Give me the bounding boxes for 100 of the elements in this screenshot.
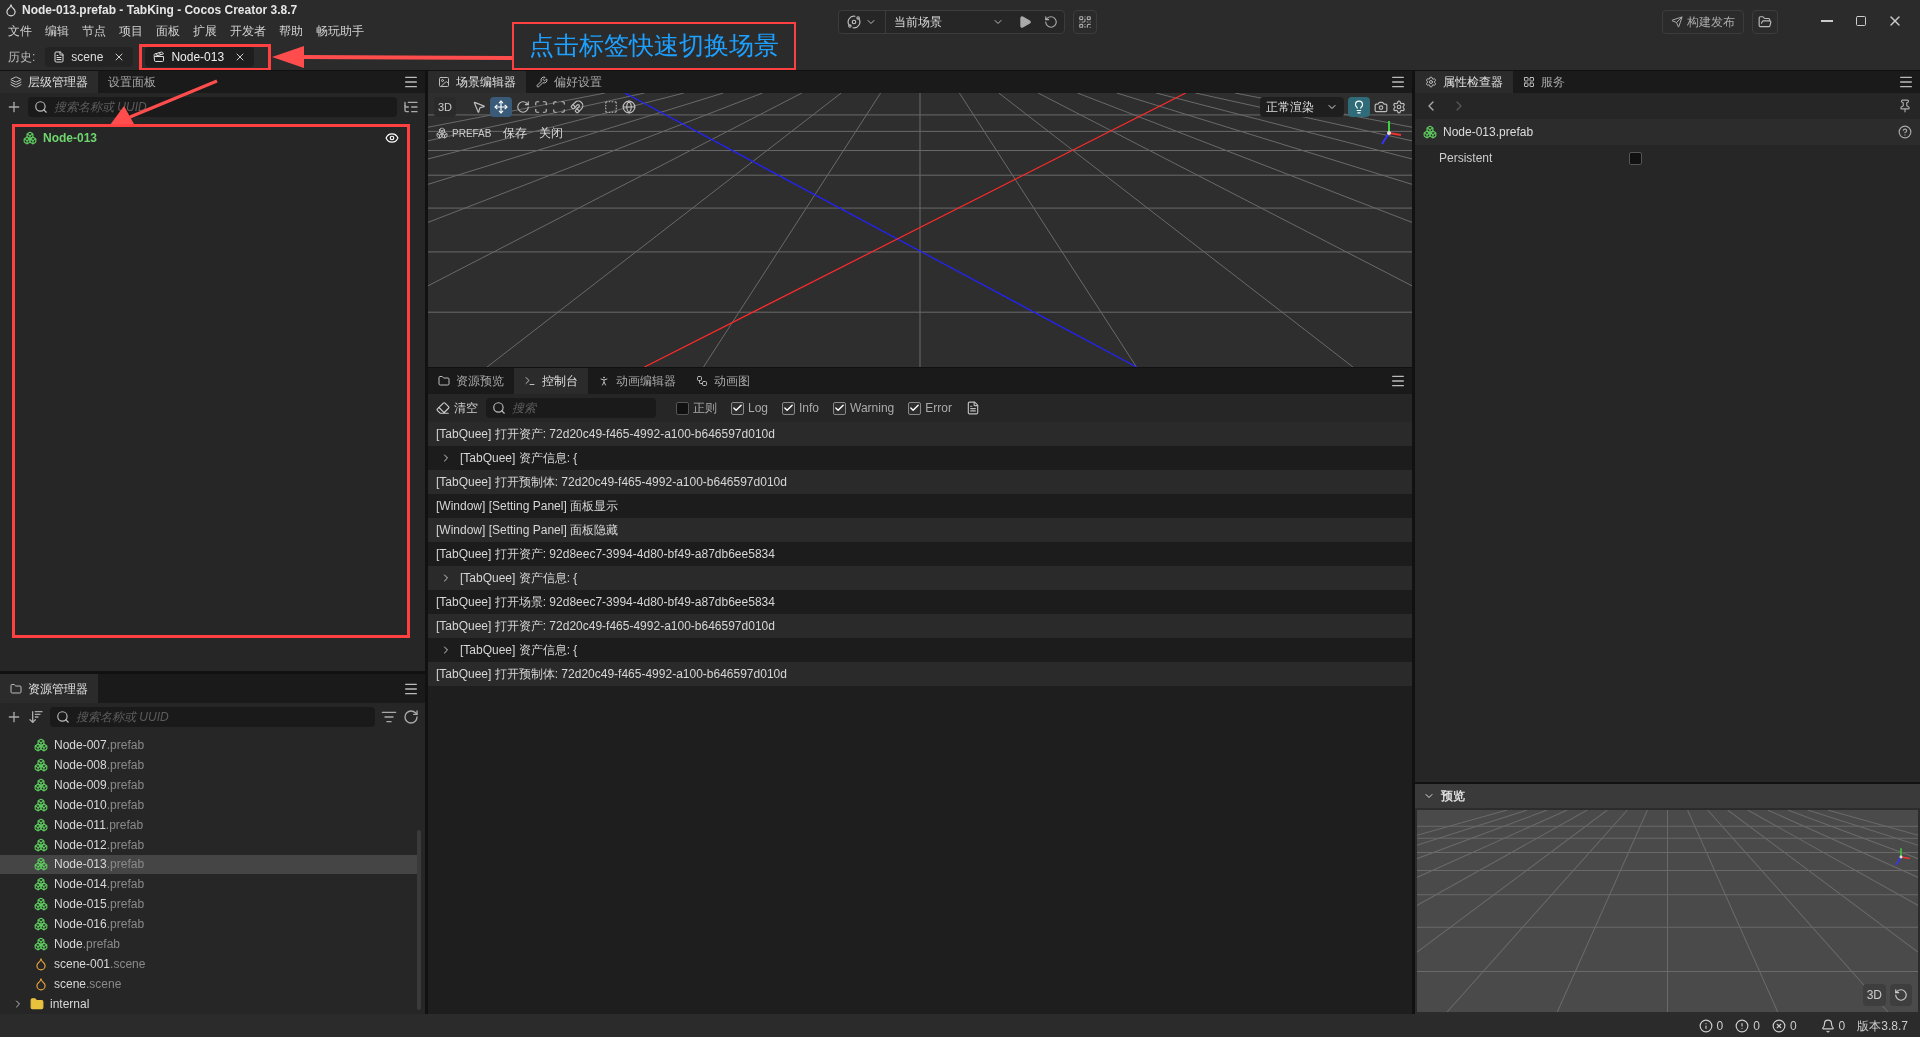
asset-item[interactable]: Node-013.prefab	[0, 854, 417, 875]
selection-icon[interactable]	[604, 100, 619, 114]
menu-icon[interactable]	[1898, 74, 1914, 90]
light-button[interactable]	[1348, 97, 1370, 117]
rect-icon[interactable]	[552, 100, 567, 114]
menu-item[interactable]: 文件	[8, 22, 32, 40]
menu-item[interactable]: 编辑	[45, 22, 69, 40]
prefab-icon	[34, 817, 48, 832]
add-icon[interactable]	[6, 709, 22, 725]
camera-icon[interactable]	[1374, 100, 1388, 114]
check-icon	[732, 402, 743, 414]
refresh-icon	[1044, 15, 1058, 29]
3d-toggle-button[interactable]: 3D	[1862, 984, 1886, 1006]
settings-icon[interactable]	[1392, 100, 1406, 114]
move-icon	[494, 100, 509, 114]
filter-icon[interactable]	[381, 709, 397, 725]
panel-tab[interactable]: 动画图	[686, 368, 760, 394]
reset-view-button[interactable]	[1890, 984, 1912, 1006]
menu-item[interactable]: 开发者	[230, 22, 266, 40]
panel-tab[interactable]: 资源预览	[428, 368, 514, 394]
menu-icon[interactable]	[1390, 74, 1406, 90]
help-icon[interactable]	[1898, 125, 1912, 139]
pin-icon[interactable]	[1898, 99, 1912, 113]
log-row[interactable]: [TabQuee] 打开资产: 72d20c49-f465-4992-a100-b646597d010d	[428, 422, 1412, 446]
checkbox[interactable]	[908, 401, 922, 415]
prefab-action-button[interactable]: 关闭	[539, 124, 564, 142]
clear-button[interactable]: 清空	[436, 399, 478, 417]
gear-icon	[1425, 76, 1437, 88]
prefab-icon	[34, 837, 48, 852]
panel-tab[interactable]: 偏好设置	[526, 71, 612, 93]
warning-count[interactable]: 0	[1735, 1016, 1760, 1035]
minimize-icon	[1821, 20, 1833, 22]
build-button[interactable]: 构建发布	[1662, 10, 1744, 34]
filter-label: Warning	[850, 400, 895, 417]
search-field[interactable]: 搜索	[486, 398, 656, 418]
prefab-icon	[34, 737, 48, 752]
image-icon	[438, 76, 450, 88]
panel-tab[interactable]: 属性检查器	[1415, 71, 1513, 93]
check-icon	[783, 402, 795, 414]
add-icon[interactable]	[6, 99, 22, 115]
log-row[interactable]: [TabQuee] 打开资产: 72d20c49-f465-4992-a100-b646597d010d	[428, 614, 1412, 638]
open-folder-button[interactable]	[1752, 10, 1778, 34]
prefab-icon	[34, 917, 48, 932]
scale-icon[interactable]	[534, 100, 549, 114]
info-icon	[1698, 1018, 1713, 1033]
magnet-icon[interactable]	[570, 100, 585, 114]
menu-item[interactable]: 畅玩助手	[316, 22, 364, 40]
asset-name: Node-013.prefab	[1443, 124, 1535, 141]
window-title: Node-013.prefab - TabKing - Cocos Creator 3.8.7	[22, 2, 298, 19]
menu-item[interactable]: 项目	[119, 22, 143, 40]
panel-tab[interactable]: 控制台	[514, 368, 588, 394]
preview-header[interactable]: 预览	[1415, 784, 1920, 808]
log-row[interactable]: [TabQuee] 资产信息: {	[428, 566, 1412, 590]
collapse-icon[interactable]	[403, 99, 419, 115]
search-field[interactable]: 搜索名称或 UUID	[50, 707, 375, 727]
sort-icon[interactable]	[28, 709, 44, 725]
panel-tab[interactable]: 层级管理器	[0, 71, 98, 93]
notification-count[interactable]: 0	[1820, 1016, 1846, 1035]
property-label: Persistent	[1439, 150, 1494, 167]
info-count[interactable]: 0	[1698, 1016, 1724, 1035]
refresh-icon[interactable]	[403, 709, 419, 725]
checkbox[interactable]	[782, 401, 796, 415]
menu-item[interactable]: 节点	[82, 22, 106, 40]
panel-tab[interactable]: 动画编辑器	[588, 368, 686, 394]
prefab-action-button[interactable]: 保存	[503, 124, 528, 142]
render-select[interactable]: 正常渲染	[1260, 97, 1344, 117]
planet-icon	[847, 15, 861, 29]
filter-label: 正则	[693, 400, 717, 417]
terminal-icon	[524, 375, 536, 387]
checkbox[interactable]	[1629, 151, 1642, 165]
checkbox[interactable]	[676, 401, 689, 415]
log-file-icon[interactable]	[965, 401, 980, 415]
panel-tab[interactable]: 设置面板	[98, 71, 166, 93]
document-icon	[53, 51, 66, 63]
3d-toggle-button[interactable]: 3D	[434, 97, 457, 117]
history-tab[interactable]: Node-013	[145, 47, 255, 67]
panel-tab[interactable]: 资源管理器	[0, 674, 98, 703]
menu-icon[interactable]	[403, 74, 419, 90]
scene-select[interactable]: 当前场景	[886, 11, 1012, 33]
tree-node[interactable]: Node-013	[15, 128, 407, 148]
menu-icon[interactable]	[1390, 373, 1406, 389]
move-tool-button[interactable]	[490, 97, 513, 117]
menu-item[interactable]: 扩展	[193, 22, 217, 40]
log-row[interactable]: [Window] [Setting Panel] 面板隐藏	[428, 518, 1412, 542]
log-row[interactable]: [TabQuee] 打开预制体: 72d20c49-f465-4992-a100-b646597d010d	[428, 470, 1412, 494]
prefab-label: PREFAB	[452, 126, 492, 141]
panel-tab[interactable]: 服务	[1513, 71, 1575, 93]
history-tab[interactable]: scene	[45, 47, 134, 67]
checkbox[interactable]	[833, 401, 847, 415]
menu-item[interactable]: 面板	[156, 22, 180, 40]
log-row[interactable]: [TabQuee] 打开预制体: 72d20c49-f465-4992-a100-b646597d010d	[428, 662, 1412, 686]
checkbox[interactable]	[731, 401, 744, 415]
callout-label: 点击标签快速切换场景	[512, 22, 796, 70]
menu-item[interactable]: 帮助	[279, 22, 303, 40]
globe-icon[interactable]	[622, 100, 637, 114]
error-count[interactable]: 0	[1771, 1016, 1797, 1035]
pointer-icon[interactable]	[472, 100, 487, 114]
panel-tab[interactable]: 场景编辑器	[428, 71, 526, 93]
rotate-icon[interactable]	[516, 100, 531, 114]
qr-code-button[interactable]	[1073, 10, 1097, 34]
